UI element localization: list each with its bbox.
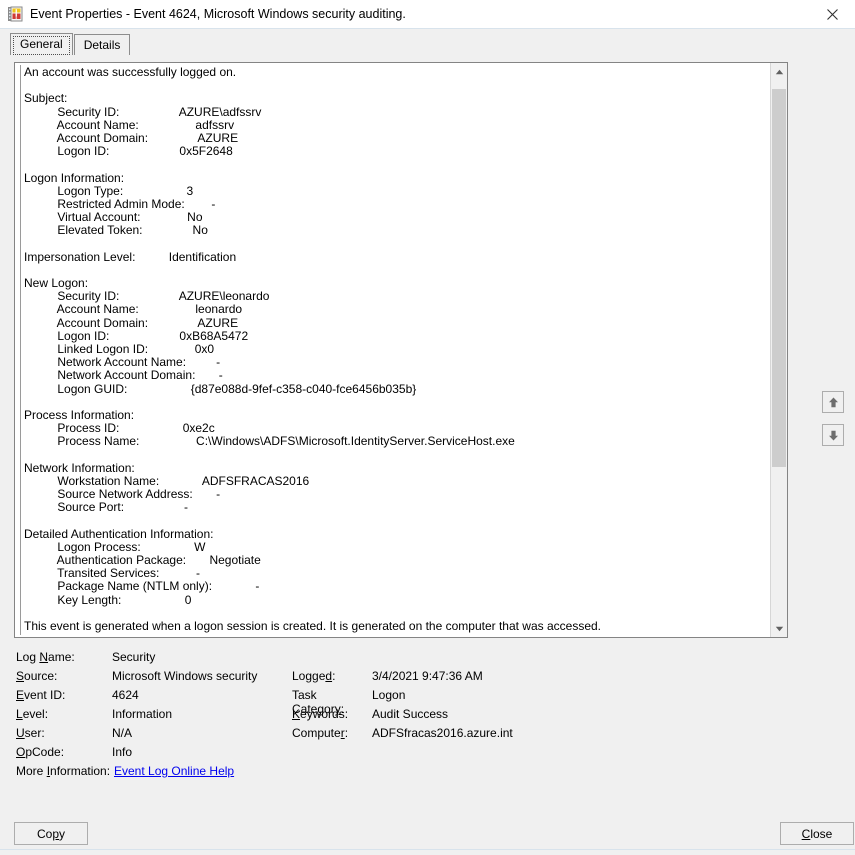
event-text-spacer (24, 607, 756, 620)
event-text-rule (20, 65, 21, 635)
metadata-value-secondary: Audit Success (372, 707, 806, 721)
event-field-row: Account Domain: AZURE (24, 317, 756, 330)
metadata-label: OpCode: (16, 745, 112, 759)
more-information-row: More Information:Event Log Online Help (16, 764, 806, 783)
copy-button[interactable]: Copy (14, 822, 88, 845)
event-field-row: Account Name: adfssrv (24, 119, 756, 132)
metadata-value-secondary: Logon (372, 688, 806, 702)
event-field-row: Source Port: - (24, 501, 756, 514)
event-log-icon (7, 6, 23, 22)
metadata-value: 4624 (112, 688, 292, 702)
event-field-row: Elevated Token: No (24, 224, 756, 237)
close-button-label: Close (802, 827, 833, 841)
event-text-spacer (24, 79, 756, 92)
event-field-row: Package Name (NTLM only): - (24, 580, 756, 593)
event-field-row: Key Length: 0 (24, 594, 756, 607)
tab-general-label: General (20, 37, 63, 51)
metadata-value: Security (112, 650, 292, 664)
metadata-row: Level:InformationKeywords:Audit Success (16, 707, 806, 726)
more-information-label: More Information: (16, 764, 114, 778)
arrow-up-icon[interactable] (822, 391, 844, 413)
metadata-row: Source:Microsoft Windows securityLogged:… (16, 669, 806, 688)
copy-button-label: Copy (37, 827, 65, 841)
event-field-row: Network Account Domain: - (24, 369, 756, 382)
event-field-row: Logon ID: 0xB68A5472 (24, 330, 756, 343)
event-section-heading: Logon Information: (24, 172, 756, 185)
metadata-row: OpCode:Info (16, 745, 806, 764)
metadata-label-secondary: Computer: (292, 726, 372, 740)
title-bar: Event Properties - Event 4624, Microsoft… (0, 0, 855, 29)
metadata-value: N/A (112, 726, 292, 740)
close-icon[interactable] (809, 0, 855, 28)
metadata-label: Source: (16, 669, 112, 683)
event-text-spacer (24, 448, 756, 461)
tab-details-label: Details (84, 38, 121, 52)
event-text-spacer (24, 264, 756, 277)
metadata-row: User:N/AComputer:ADFSfracas2016.azure.in… (16, 726, 806, 745)
event-text-spacer (24, 237, 756, 250)
event-text-spacer (24, 396, 756, 409)
scroll-up-icon[interactable] (771, 63, 787, 80)
tab-general[interactable]: General (10, 33, 73, 55)
tab-strip: General Details (10, 33, 131, 55)
arrow-down-icon[interactable] (822, 424, 844, 446)
event-field-row: Process Name: C:\Windows\ADFS\Microsoft.… (24, 435, 756, 448)
tab-details[interactable]: Details (74, 34, 131, 55)
event-section-heading: Network Information: (24, 462, 756, 475)
event-section-heading: Impersonation Level: Identification (24, 251, 756, 264)
event-log-online-help-link[interactable]: Event Log Online Help (114, 764, 234, 778)
metadata-value-secondary: ADFSfracas2016.azure.int (372, 726, 806, 740)
close-button[interactable]: Close (780, 822, 854, 845)
metadata-label: Level: (16, 707, 112, 721)
event-field-row: Logon Type: 3 (24, 185, 756, 198)
metadata-row: Event ID:4624Task Category:Logon (16, 688, 806, 707)
metadata-row: Log Name:Security (16, 650, 806, 669)
event-section-heading: Detailed Authentication Information: (24, 528, 756, 541)
event-metadata-grid: Log Name:SecuritySource:Microsoft Window… (16, 650, 806, 783)
event-text-spacer (24, 514, 756, 527)
event-navigation-buttons (822, 391, 844, 457)
metadata-value: Microsoft Windows security (112, 669, 292, 683)
event-summary: An account was successfully logged on. (24, 66, 756, 79)
metadata-label-secondary: Keywords: (292, 707, 372, 721)
event-description-text: An account was successfully logged on. Su… (24, 66, 756, 633)
metadata-label: User: (16, 726, 112, 740)
metadata-label: Event ID: (16, 688, 112, 702)
scroll-down-icon[interactable] (771, 620, 787, 637)
event-field-row: Logon ID: 0x5F2648 (24, 145, 756, 158)
event-field-row: Security ID: AZURE\adfssrv (24, 106, 756, 119)
event-field-row: Account Name: leonardo (24, 303, 756, 316)
metadata-value: Info (112, 745, 292, 759)
footer-separator (0, 849, 855, 850)
event-text-spacer (24, 158, 756, 171)
event-footer-paragraph: This event is generated when a logon ses… (24, 620, 756, 633)
event-section-heading: Subject: (24, 92, 756, 105)
metadata-label: Log Name: (16, 650, 112, 664)
event-scrollbar[interactable] (770, 63, 787, 637)
scrollbar-thumb[interactable] (772, 89, 786, 467)
metadata-value-secondary: 3/4/2021 9:47:36 AM (372, 669, 806, 683)
metadata-label-secondary: Logged: (292, 669, 372, 683)
window-title: Event Properties - Event 4624, Microsoft… (30, 7, 406, 21)
metadata-value: Information (112, 707, 292, 721)
event-field-row: Logon Process: W (24, 541, 756, 554)
event-description-panel[interactable]: An account was successfully logged on. Su… (14, 62, 788, 638)
event-field-row: Logon GUID: {d87e088d-9fef-c358-c040-fce… (24, 383, 756, 396)
event-description-viewport: An account was successfully logged on. Su… (15, 63, 760, 637)
